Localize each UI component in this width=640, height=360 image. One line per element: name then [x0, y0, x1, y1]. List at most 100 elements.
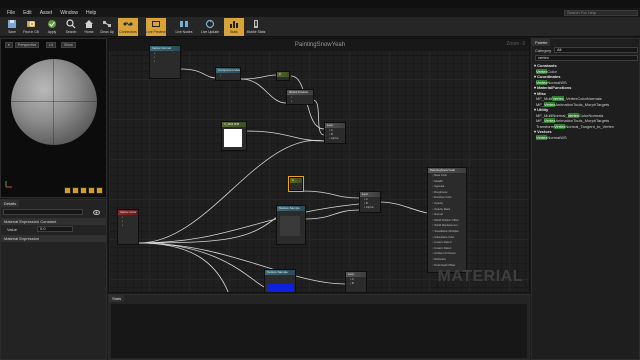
wire-mask-worldpos: [240, 78, 287, 104]
palette-item[interactable]: TransformVertexNormal_Tangent_to_Vertex: [536, 123, 614, 129]
node-component-mask[interactable]: Component Mask •: [215, 67, 241, 81]
palette-item[interactable]: MF_VertexAnimationTools_MorphTargets: [536, 118, 609, 123]
category-select[interactable]: All: [554, 47, 638, 53]
node-vertex-normal[interactable]: Vertex Normal • • •: [149, 45, 181, 79]
search-match-highlight: Vertex: [544, 101, 556, 107]
search-match-highlight: Vertex: [567, 112, 579, 118]
node-title: V_Mtl4 R/B: [222, 122, 246, 127]
preview-cylinder-button[interactable]: [64, 187, 71, 194]
palette-item[interactable]: MF_VertexAnimationTools_MorphTargets: [536, 101, 609, 107]
live-nodes-icon: [180, 21, 188, 27]
node-lerp-mid[interactable]: Lerp • A • B • Alpha: [359, 191, 381, 213]
details-search-input[interactable]: [3, 209, 83, 215]
mobile-stats-button[interactable]: Mobile Stats: [246, 18, 266, 36]
node-constant[interactable]: 0: [276, 71, 290, 81]
palette-category[interactable]: ▾ Misc: [534, 91, 546, 96]
palette-item[interactable]: VertexNormalWS: [536, 134, 567, 140]
live-update-label: Live Update: [200, 30, 220, 34]
palette-category[interactable]: ▾ Constants: [534, 63, 557, 68]
connectors-button[interactable]: Connectors: [118, 18, 138, 36]
palette-category[interactable]: ▾ MaterialFunctions: [534, 85, 571, 90]
stats-body: [111, 304, 527, 358]
palette-category[interactable]: ▾ Vectors: [534, 129, 552, 134]
details-tab[interactable]: Details: [1, 200, 20, 207]
live-nodes-button[interactable]: Live Nodes: [174, 18, 194, 36]
preview-plane-button[interactable]: [80, 187, 87, 194]
search-match-highlight: Vertex: [554, 123, 566, 129]
category-label: Category: [535, 48, 552, 53]
section-material-expression-constant[interactable]: Material Expression Constant: [1, 218, 106, 225]
find-in-cb-button[interactable]: Find in CB: [21, 18, 41, 36]
section-material-expression[interactable]: Material Expression: [1, 235, 106, 242]
sphere-seam-vertical: [53, 59, 54, 145]
menu-edit[interactable]: Edit: [19, 10, 36, 16]
live-preview-button[interactable]: Live Preview: [146, 18, 166, 36]
palette-category[interactable]: ▾ Coordinates: [534, 74, 560, 79]
palette-panel: Palette Category All vertex ▾ Constants V…: [531, 38, 640, 360]
live-update-icon: [205, 19, 215, 29]
show-button[interactable]: Show: [61, 42, 76, 48]
home-button[interactable]: Home: [79, 18, 99, 36]
save-icon: [8, 20, 16, 28]
pin-row: •: [154, 59, 156, 63]
node-title: Vertex Color: [118, 210, 138, 215]
palette-tab[interactable]: Palette: [532, 39, 551, 46]
pin-row: •: [291, 99, 293, 103]
palette-item[interactable]: VertexNormalWS: [536, 79, 567, 85]
palette-search-input[interactable]: vertex: [535, 55, 638, 61]
connectors-icon: [123, 22, 133, 26]
node-vertex-color[interactable]: Vertex Color • • •: [117, 209, 139, 245]
wire-vertexcolor-tex: [138, 216, 278, 244]
node-vector-param[interactable]: V_Mtl4 R/B: [221, 121, 247, 151]
wire-vector-lerp: [244, 130, 325, 142]
clean-up-label: Clean Up: [99, 30, 115, 34]
node-material-result[interactable]: PaintingSnowYeah ○ Base Color ○ Metallic ○…: [427, 167, 467, 273]
live-nodes-label: Live Nodes: [175, 30, 193, 34]
menu-asset[interactable]: Asset: [36, 10, 57, 16]
preview-viewport[interactable]: ▾ Perspective Lit Show: [0, 38, 107, 198]
node-texture-sample-2[interactable]: Texture Sample: [264, 269, 296, 292]
material-pins: ○ Base Color ○ Metallic ○ Specular ○ Roughn…: [428, 173, 466, 268]
node-world-position[interactable]: World Position • •: [286, 89, 314, 105]
node-lerp-top[interactable]: Lerp • A • B • Alpha: [324, 122, 346, 144]
title-bar: [0, 0, 640, 8]
mobile-stats-label: Mobile Stats: [246, 30, 266, 34]
wire-worldpos-lerp: [312, 99, 325, 136]
wire-vertexnormal-mask: [180, 68, 218, 79]
clean-up-button[interactable]: Clean Up: [97, 18, 117, 36]
node-constant-selected[interactable]: 0: [288, 176, 304, 192]
palette-item[interactable]: MF_MultiNormal_VertexColorNormals: [536, 112, 603, 118]
cleanup-icon: [103, 21, 111, 27]
palette-item[interactable]: VertexColor: [536, 68, 557, 74]
node-title: Texture Sample: [277, 206, 305, 211]
palette-category[interactable]: ▾ Utility: [534, 107, 548, 112]
node-texture-sample-1[interactable]: Texture Sample: [276, 205, 306, 245]
save-button[interactable]: Save: [2, 18, 22, 36]
perspective-button[interactable]: Perspective: [15, 42, 40, 48]
apply-button[interactable]: Apply: [42, 18, 62, 36]
node-title: 0: [290, 178, 302, 183]
wire-vertexcolor-lerp3: [138, 242, 346, 285]
stats-panel: Stats: [108, 294, 530, 360]
stats-tab[interactable]: Stats: [109, 295, 125, 302]
menu-help[interactable]: Help: [82, 10, 100, 16]
palette-item[interactable]: MF_MultiVertex_VertexColorNormals: [536, 96, 602, 101]
preview-cube-button[interactable]: [88, 187, 95, 194]
value-field[interactable]: 0.0: [37, 226, 73, 232]
search-label: Search: [65, 30, 77, 34]
material-graph[interactable]: PaintingSnowYeah Zoom -3 Vertex Normal •…: [108, 38, 530, 293]
stats-button[interactable]: Stats: [224, 18, 244, 36]
preview-mesh-button[interactable]: [96, 187, 103, 194]
menu-file[interactable]: File: [3, 10, 19, 16]
live-update-button[interactable]: Live Update: [200, 18, 220, 36]
wire-tex1-lerp2: [304, 209, 360, 220]
viewport-menu-button[interactable]: ▾: [5, 42, 13, 48]
search-button[interactable]: Search: [61, 18, 81, 36]
menu-window[interactable]: Window: [56, 10, 82, 16]
material-watermark: MATERIAL: [437, 268, 523, 285]
eye-icon[interactable]: [93, 209, 100, 216]
lit-button[interactable]: Lit: [46, 42, 56, 48]
node-lerp-bottom[interactable]: Lerp • A • B: [345, 271, 367, 292]
preview-sphere-button[interactable]: [72, 187, 79, 194]
help-search-input[interactable]: Search For Help: [564, 10, 638, 16]
